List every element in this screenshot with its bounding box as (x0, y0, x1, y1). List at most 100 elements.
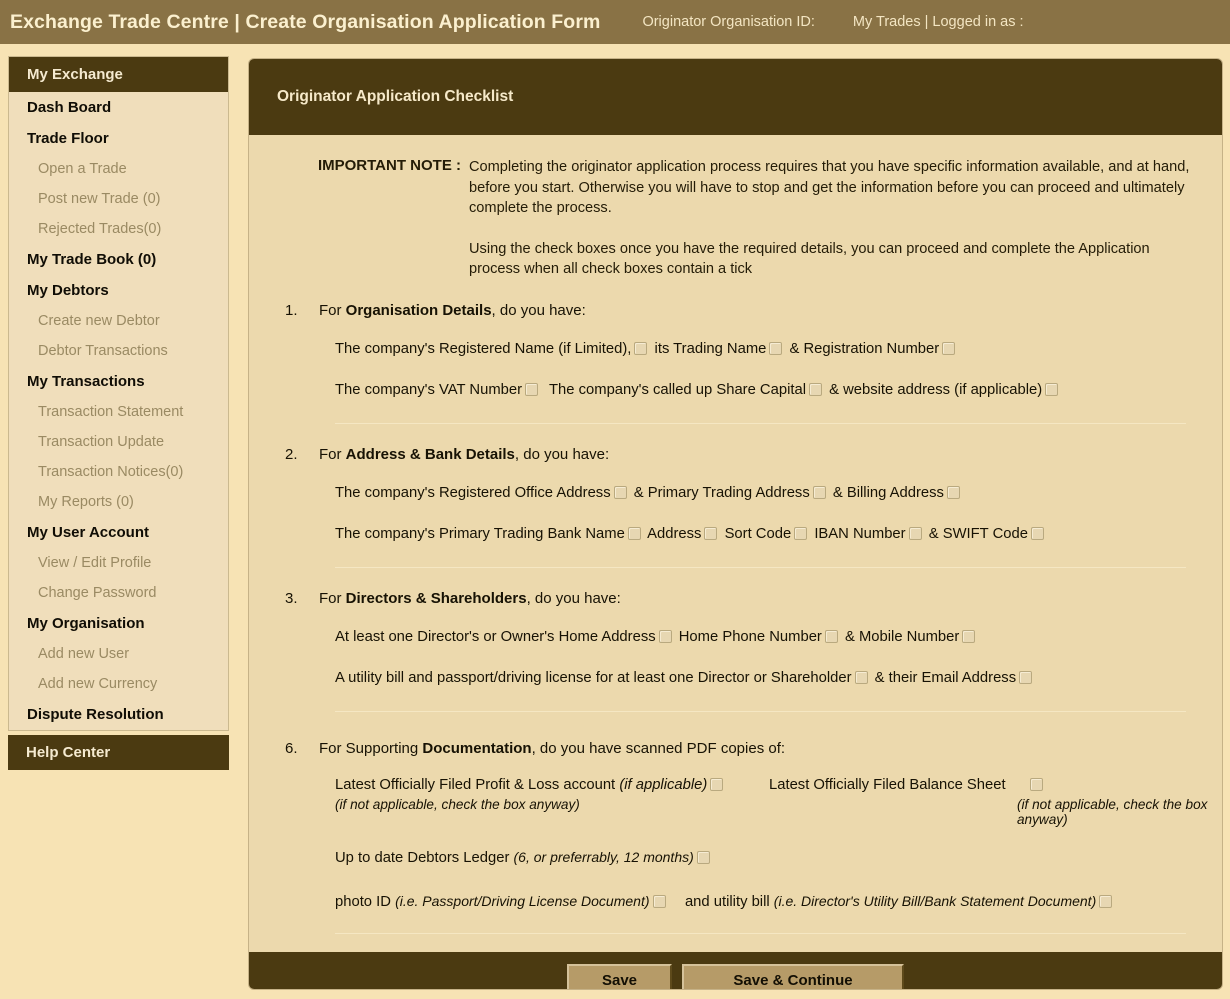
section-2-row-2: The company's Primary Trading Bank Name … (249, 524, 1222, 545)
section-6-suffix: , do you have scanned PDF copies of: (531, 739, 786, 757)
section-6-row-2: Up to date Debtors Ledger (6, or preferr… (249, 847, 1222, 869)
s1-r2-label-c: & website address (if applicable) (829, 381, 1043, 398)
sidebar-item-dash-board[interactable]: Dash Board (9, 92, 228, 123)
sidebar-item-help-center[interactable]: Help Center (8, 735, 229, 770)
sidebar-item-view-edit-profile[interactable]: View / Edit Profile (9, 548, 228, 578)
checkbox-website-address[interactable] (1045, 382, 1059, 396)
sidebar-item-my-reports[interactable]: My Reports (0) (9, 487, 228, 517)
doc-utility-bill-label: and utility bill (684, 893, 770, 910)
s3-r1-label-b: Home Phone Number (678, 628, 822, 645)
top-header-bar: Exchange Trade Centre | Create Organisat… (0, 0, 1230, 44)
sidebar-item-change-password[interactable]: Change Password (9, 578, 228, 608)
doc-profit-loss-note: (if not applicable, check the box anyway… (335, 796, 580, 812)
sidebar-item-transaction-update[interactable]: Transaction Update (9, 427, 228, 457)
sidebar-nav: My Exchange Dash Board Trade Floor Open … (8, 56, 229, 731)
section-6-divider (335, 932, 1186, 934)
checkbox-bank-name[interactable] (627, 526, 641, 540)
section-1-heading: 1. For Organisation Details, do you have… (249, 302, 1222, 319)
checkbox-debtors-ledger[interactable] (696, 850, 710, 864)
originator-org-id-label: Originator Organisation ID: (642, 14, 815, 30)
section-1-suffix: , do you have: (491, 301, 586, 319)
panel-header: Originator Application Checklist (249, 59, 1222, 135)
checkbox-mobile-number[interactable] (962, 629, 976, 643)
section-directors-shareholders: 3. For Directors & Shareholders, do you … (249, 590, 1222, 712)
section-1-number: 1. (285, 301, 298, 319)
doc-profit-loss-italic: (if applicable) (619, 776, 708, 793)
sidebar-item-add-new-user[interactable]: Add new User (9, 639, 228, 669)
section-2-divider (335, 566, 1186, 568)
doc-profit-loss-group: Latest Officially Filed Profit & Loss ac… (335, 777, 726, 812)
section-1-prefix: For (319, 301, 346, 319)
important-note-text: Completing the originator application pr… (469, 157, 1204, 280)
checkbox-iban-number[interactable] (908, 526, 922, 540)
checkbox-swift-code[interactable] (1030, 526, 1044, 540)
sidebar-item-transaction-notices[interactable]: Transaction Notices(0) (9, 457, 228, 487)
sidebar-item-open-a-trade[interactable]: Open a Trade (9, 154, 228, 184)
checkbox-sort-code[interactable] (794, 526, 808, 540)
sidebar-item-rejected-trades[interactable]: Rejected Trades(0) (9, 214, 228, 244)
checkbox-profit-loss-account[interactable] (710, 777, 724, 791)
s2-r1-label-c: & Billing Address (832, 484, 944, 501)
s2-r2-label-e: & SWIFT Code (928, 525, 1028, 542)
checkbox-trading-name[interactable] (769, 341, 783, 355)
section-6-heading: 6. For Supporting Documentation, do you … (249, 740, 1222, 757)
section-3-suffix: , do you have: (526, 589, 621, 607)
s2-r1-label-b: & Primary Trading Address (633, 484, 810, 501)
save-button[interactable]: Save (567, 963, 672, 989)
checkbox-director-home-address[interactable] (658, 629, 672, 643)
sidebar-item-transaction-statement[interactable]: Transaction Statement (9, 397, 228, 427)
checkbox-registered-office-address[interactable] (613, 485, 627, 499)
checkbox-bank-address[interactable] (704, 526, 718, 540)
section-3-prefix: For (319, 589, 346, 607)
s1-r1-label-c: & Registration Number (789, 340, 940, 357)
sidebar-item-my-organisation[interactable]: My Organisation (9, 608, 228, 639)
section-1-title: For Organisation Details, do you have: (319, 302, 586, 319)
section-1-row-2: The company's VAT Number The company's c… (249, 380, 1222, 401)
checkbox-registration-number[interactable] (942, 341, 956, 355)
sidebar-item-dispute-resolution[interactable]: Dispute Resolution (9, 699, 228, 730)
section-2-prefix: For (319, 445, 346, 463)
sidebar-item-my-trade-book[interactable]: My Trade Book (0) (9, 244, 228, 275)
checkbox-balance-sheet[interactable] (1029, 777, 1043, 791)
note-paragraph-1: Completing the originator application pr… (469, 159, 1190, 216)
section-3-divider (335, 710, 1186, 712)
sidebar-item-my-transactions[interactable]: My Transactions (9, 366, 228, 397)
section-6-row-1: Latest Officially Filed Profit & Loss ac… (249, 776, 1222, 827)
section-2-number: 2. (285, 445, 298, 463)
sidebar-item-debtor-transactions[interactable]: Debtor Transactions (9, 336, 228, 366)
s1-r2-label-b: The company's called up Share Capital (549, 381, 806, 398)
sidebar-item-my-debtors[interactable]: My Debtors (9, 275, 228, 306)
sidebar-item-my-user-account[interactable]: My User Account (9, 517, 228, 548)
checkbox-vat-number[interactable] (525, 382, 539, 396)
sidebar-item-add-new-currency[interactable]: Add new Currency (9, 669, 228, 699)
main-panel: Originator Application Checklist IMPORTA… (248, 58, 1223, 990)
section-6-number: 6. (285, 739, 298, 757)
checkbox-primary-trading-address[interactable] (812, 485, 826, 499)
my-trades-logged-in-label[interactable]: My Trades | Logged in as : (853, 14, 1024, 30)
section-2-heading: 2. For Address & Bank Details, do you ha… (249, 446, 1222, 463)
checkbox-home-phone-number[interactable] (824, 629, 838, 643)
sidebar-item-trade-floor[interactable]: Trade Floor (9, 123, 228, 154)
section-6-prefix: For Supporting (319, 739, 423, 757)
section-6-title: For Supporting Documentation, do you hav… (319, 740, 785, 757)
section-address-bank-details: 2. For Address & Bank Details, do you ha… (249, 446, 1222, 568)
sidebar-item-my-exchange[interactable]: My Exchange (9, 57, 228, 92)
s3-r1-label-c: & Mobile Number (844, 628, 960, 645)
checkbox-share-capital[interactable] (809, 382, 822, 396)
checkbox-utility-bill[interactable] (1099, 894, 1113, 908)
sidebar-item-create-new-debtor[interactable]: Create new Debtor (9, 306, 228, 336)
checkbox-email-address[interactable] (1019, 670, 1033, 684)
checkbox-registered-name[interactable] (634, 341, 648, 355)
section-6-row-3: photo ID (i.e. Passport/Driving License … (249, 891, 1222, 913)
save-and-continue-button[interactable]: Save & Continue (682, 963, 904, 989)
checkbox-utility-bill-passport[interactable] (854, 670, 868, 684)
section-3-row-2: A utility bill and passport/driving lice… (249, 668, 1222, 689)
s2-r2-label-b: Address (647, 525, 702, 542)
doc-balance-sheet-label: Latest Officially Filed Balance Sheet (769, 776, 1006, 793)
sidebar-item-post-new-trade[interactable]: Post new Trade (0) (9, 184, 228, 214)
panel-title: Originator Application Checklist (277, 88, 514, 105)
section-2-suffix: , do you have: (514, 445, 610, 463)
doc-utility-bill-italic: (i.e. Director's Utility Bill/Bank State… (773, 892, 1097, 909)
checkbox-photo-id[interactable] (652, 894, 666, 908)
checkbox-billing-address[interactable] (946, 485, 960, 499)
